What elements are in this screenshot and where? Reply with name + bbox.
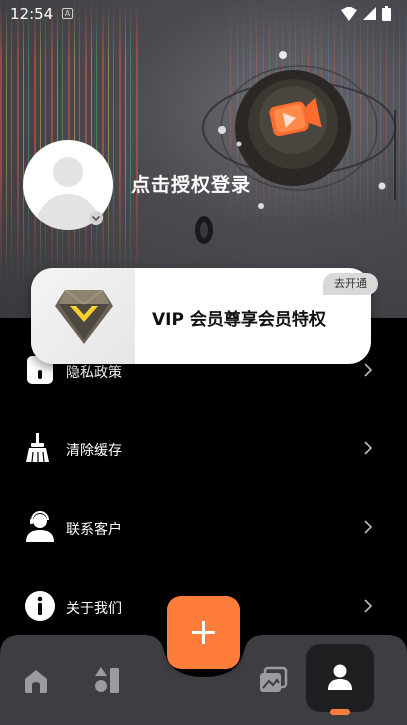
signal-icon — [363, 7, 376, 20]
chevron-right-icon — [364, 520, 373, 534]
menu-label: 隐私政策 — [66, 365, 122, 381]
shapes-icon[interactable] — [87, 660, 127, 700]
video-camera-decor-icon — [195, 51, 396, 244]
status-bar: 12:54 A — [0, 0, 407, 28]
menu-label: 关于我们 — [66, 601, 122, 617]
status-time: 12:54 — [10, 5, 54, 23]
home-icon[interactable] — [16, 660, 56, 700]
menu-label: 清除缓存 — [66, 443, 122, 459]
broom-icon — [26, 433, 49, 463]
login-prompt[interactable]: 点击授权登录 — [131, 170, 251, 197]
vip-open-button[interactable]: 去开通 — [323, 273, 378, 295]
menu-item-clear-cache[interactable]: 清除缓存 — [0, 428, 407, 468]
profile-icon[interactable] — [320, 658, 360, 698]
customer-service-icon — [26, 511, 54, 542]
chevron-down-icon — [89, 211, 103, 225]
add-button[interactable] — [167, 596, 240, 669]
vip-title: VIP 会员尊享会员特权 — [152, 310, 326, 330]
battery-icon — [382, 6, 391, 21]
status-notification-badge: A — [62, 8, 73, 19]
avatar-head-placeholder — [53, 157, 83, 187]
vip-card[interactable]: VIP 会员尊享会员特权 — [31, 268, 371, 364]
chevron-right-icon — [364, 363, 373, 377]
gallery-icon[interactable] — [253, 660, 293, 700]
vip-icon-area — [31, 268, 135, 364]
plus-icon — [192, 621, 215, 644]
menu-label: 联系客户 — [66, 522, 122, 538]
menu-item-contact[interactable]: 联系客户 — [0, 507, 407, 547]
chevron-right-icon — [364, 599, 373, 613]
info-icon — [25, 591, 55, 621]
chevron-right-icon — [364, 441, 373, 455]
vip-diamond-icon — [55, 289, 113, 344]
status-icons — [341, 6, 391, 21]
nav-active-underline — [330, 709, 350, 715]
wifi-icon — [341, 6, 357, 21]
